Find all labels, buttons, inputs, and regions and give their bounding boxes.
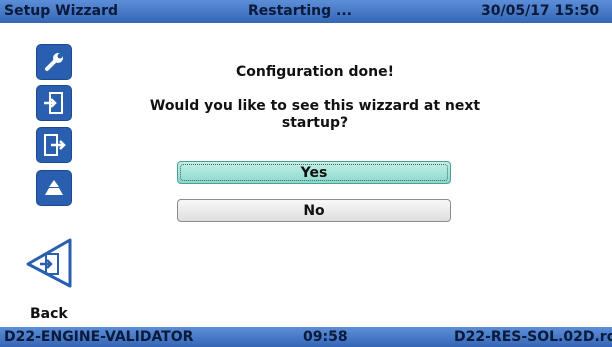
back-button[interactable] <box>24 238 74 288</box>
sidebar-item-settings[interactable] <box>36 44 72 80</box>
focus-outline <box>180 164 448 181</box>
question-line-2: startup? <box>281 115 349 131</box>
sidebar-item-login[interactable] <box>36 85 72 121</box>
file-name: D22-RES-SOL.02D.rdx <box>454 329 612 345</box>
question-line-1: Would you like to see this wizzard at ne… <box>149 98 481 114</box>
status-bar: D22-ENGINE-VALIDATOR 09:58 D22-RES-SOL.0… <box>0 327 612 347</box>
login-icon <box>44 92 63 114</box>
no-label: No <box>303 203 325 219</box>
device-name: D22-ENGINE-VALIDATOR <box>4 329 194 345</box>
back-arrow-icon <box>26 238 72 288</box>
back-label: Back <box>30 306 68 322</box>
clock: 09:58 <box>303 329 348 345</box>
confirmation-message: Configuration done! <box>235 64 394 80</box>
wrench-icon <box>45 53 63 71</box>
sidebar-item-logout[interactable] <box>36 127 72 163</box>
eject-icon <box>45 180 63 195</box>
title-bar: Setup Wizzard Restarting ... 30/05/17 15… <box>0 0 612 23</box>
sidebar-item-eject[interactable] <box>36 170 72 206</box>
status-text: Restarting ... <box>248 3 352 19</box>
no-button[interactable]: No <box>177 199 451 222</box>
datetime: 30/05/17 15:50 <box>481 3 600 19</box>
window-title: Setup Wizzard <box>4 3 119 19</box>
logout-icon <box>44 134 66 156</box>
yes-button[interactable]: Yes <box>177 161 451 184</box>
